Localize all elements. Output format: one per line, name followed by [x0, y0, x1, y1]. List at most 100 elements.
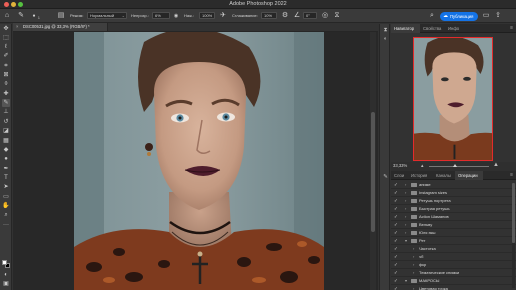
checkmark-icon[interactable]: ✓	[394, 221, 398, 229]
angle-icon[interactable]: ∠	[293, 12, 301, 20]
gradient-icon[interactable]: ▦	[2, 137, 10, 145]
quick-mask-icon[interactable]: ◐	[2, 271, 10, 279]
crop-icon[interactable]: ⌗	[2, 62, 10, 70]
tab-navigator[interactable]: Навигатор	[391, 24, 420, 33]
checkmark-icon[interactable]: ✓	[394, 229, 398, 237]
action-set-row[interactable]: ✓ › Вельву	[391, 221, 516, 229]
action-set-row[interactable]: ✓ › Instagram sizes	[391, 189, 516, 197]
chevron-right-icon[interactable]: ›	[413, 269, 414, 277]
chevron-right-icon[interactable]: ›	[413, 261, 414, 269]
smoothing-input[interactable]: 10%	[261, 12, 277, 19]
chevron-right-icon[interactable]: ›	[413, 245, 414, 253]
zoom-slider-track[interactable]	[429, 166, 489, 167]
chevron-down-icon[interactable]: ▾	[405, 237, 407, 245]
navigator-thumbnail[interactable]	[413, 37, 493, 161]
actions-scrollbar[interactable]	[512, 183, 515, 288]
tab-channels[interactable]: Каналы	[433, 171, 455, 180]
zoom-out-icon[interactable]: ▴	[421, 163, 424, 169]
history-brush-icon[interactable]: ↺	[2, 118, 10, 126]
tab-layers[interactable]: Слои	[391, 171, 408, 180]
path-select-icon[interactable]: ➤	[2, 183, 10, 191]
tab-history[interactable]: История	[408, 171, 433, 180]
smoothing-options-icon[interactable]: ⚙	[281, 12, 289, 20]
tab-properties[interactable]: Свойства	[420, 24, 445, 33]
healing-icon[interactable]: ✚	[2, 90, 10, 98]
brush-settings-icon[interactable]: ▤	[57, 12, 65, 20]
close-tab-icon[interactable]: ×	[16, 23, 18, 31]
blur-icon[interactable]: ◆	[2, 146, 10, 154]
checkmark-icon[interactable]: ✓	[394, 269, 398, 277]
move-icon[interactable]: ✥	[2, 25, 10, 33]
checkmark-icon[interactable]: ✓	[394, 197, 398, 205]
chevron-right-icon[interactable]: ›	[405, 205, 406, 213]
canvas-scroll-thumb[interactable]	[371, 112, 375, 232]
checkmark-icon[interactable]: ✓	[394, 213, 398, 221]
angle-input[interactable]: 0°	[303, 12, 317, 19]
canvas-area[interactable]	[13, 32, 378, 290]
brush-tool-preset-icon[interactable]: ✎	[17, 12, 25, 20]
more-icon[interactable]: ···	[2, 221, 10, 229]
home-icon[interactable]: ⌂	[3, 12, 11, 20]
flow-input[interactable]: 100%	[199, 12, 215, 19]
checkmark-icon[interactable]: ✓	[394, 253, 398, 261]
type-icon[interactable]: T	[2, 174, 10, 182]
pen-icon[interactable]: ✒	[2, 165, 10, 173]
action-set-row[interactable]: ✓ › аниме	[391, 181, 516, 189]
checkmark-icon[interactable]: ✓	[394, 261, 398, 269]
document-tab[interactable]: × DSC00531.jpg @ 33,3% (RGB/8*) *	[13, 23, 108, 31]
chevron-down-icon[interactable]: ▾	[405, 277, 407, 285]
share-icon[interactable]: ⇪	[494, 12, 502, 20]
eyedropper-icon[interactable]: ⌽	[2, 80, 10, 88]
brush-panel-icon[interactable]: ✎	[382, 174, 389, 181]
publish-button[interactable]: ☁ Публикация	[440, 12, 478, 21]
shape-icon[interactable]: ▭	[2, 193, 10, 201]
search-icon[interactable]: ⌕	[428, 12, 436, 20]
workspace-icon[interactable]: ▭	[482, 12, 490, 20]
symmetry-icon[interactable]: ⧖	[333, 12, 341, 20]
tab-info[interactable]: Инфо	[445, 24, 465, 33]
action-row[interactable]: ✓ › чб	[391, 253, 516, 261]
action-row[interactable]: ✓ › фкр	[391, 261, 516, 269]
pressure-size-icon[interactable]: ◎	[321, 12, 329, 20]
quick-select-icon[interactable]: ✐	[2, 52, 10, 60]
action-set-row[interactable]: ✓ › Юля экш	[391, 229, 516, 237]
checkmark-icon[interactable]: ✓	[394, 245, 398, 253]
chevron-right-icon[interactable]: ›	[405, 221, 406, 229]
action-set-row[interactable]: ✓ › Ретушь портрета	[391, 197, 516, 205]
airbrush-icon[interactable]: ✈	[219, 12, 227, 20]
stamp-icon[interactable]: ⊥	[2, 108, 10, 116]
frame-icon[interactable]: ⊠	[2, 71, 10, 79]
action-row[interactable]: ✓ › Частотка	[391, 245, 516, 253]
tab-actions[interactable]: Операции	[455, 171, 483, 180]
action-set-row[interactable]: ✓ › Быстрая ретушь	[391, 205, 516, 213]
history-panel-icon[interactable]: ⧗	[382, 27, 389, 34]
opacity-input[interactable]: 6%	[152, 12, 170, 19]
checkmark-icon[interactable]: ✓	[394, 277, 398, 285]
chevron-right-icon[interactable]: ›	[405, 229, 406, 237]
action-row[interactable]: ✓ › Цветовая точка	[391, 285, 516, 290]
brush-preset-picker-icon[interactable]: ●	[30, 12, 38, 20]
action-set-row[interactable]: ✓ › Action Шаманов	[391, 213, 516, 221]
action-set-row[interactable]: ✓ ▾ МАКРОСЫ	[391, 277, 516, 285]
adjustments-panel-icon[interactable]: ◐	[382, 36, 389, 43]
checkmark-icon[interactable]: ✓	[394, 205, 398, 213]
chevron-right-icon[interactable]: ›	[413, 285, 414, 290]
chevron-right-icon[interactable]: ›	[405, 197, 406, 205]
eraser-icon[interactable]: ◪	[2, 127, 10, 135]
chevron-right-icon[interactable]: ›	[413, 253, 414, 261]
marquee-icon[interactable]: ⬚	[2, 34, 10, 42]
checkmark-icon[interactable]: ✓	[394, 285, 398, 290]
action-row[interactable]: ✓ › Тематические снимки	[391, 269, 516, 277]
chevron-right-icon[interactable]: ›	[405, 189, 406, 197]
chevron-right-icon[interactable]: ›	[405, 213, 406, 221]
document-photo[interactable]	[74, 32, 324, 290]
dodge-icon[interactable]: ●	[2, 155, 10, 163]
lasso-icon[interactable]: ℓ	[2, 43, 10, 51]
zoom-slider-handle[interactable]	[453, 164, 457, 167]
brush-icon[interactable]: ✎	[2, 99, 10, 107]
pressure-opacity-icon[interactable]: ◉	[172, 12, 180, 20]
actions-scroll-thumb[interactable]	[512, 183, 515, 243]
canvas-vertical-scrollbar[interactable]	[370, 32, 376, 290]
checkmark-icon[interactable]: ✓	[394, 189, 398, 197]
chevron-right-icon[interactable]: ›	[405, 181, 406, 189]
